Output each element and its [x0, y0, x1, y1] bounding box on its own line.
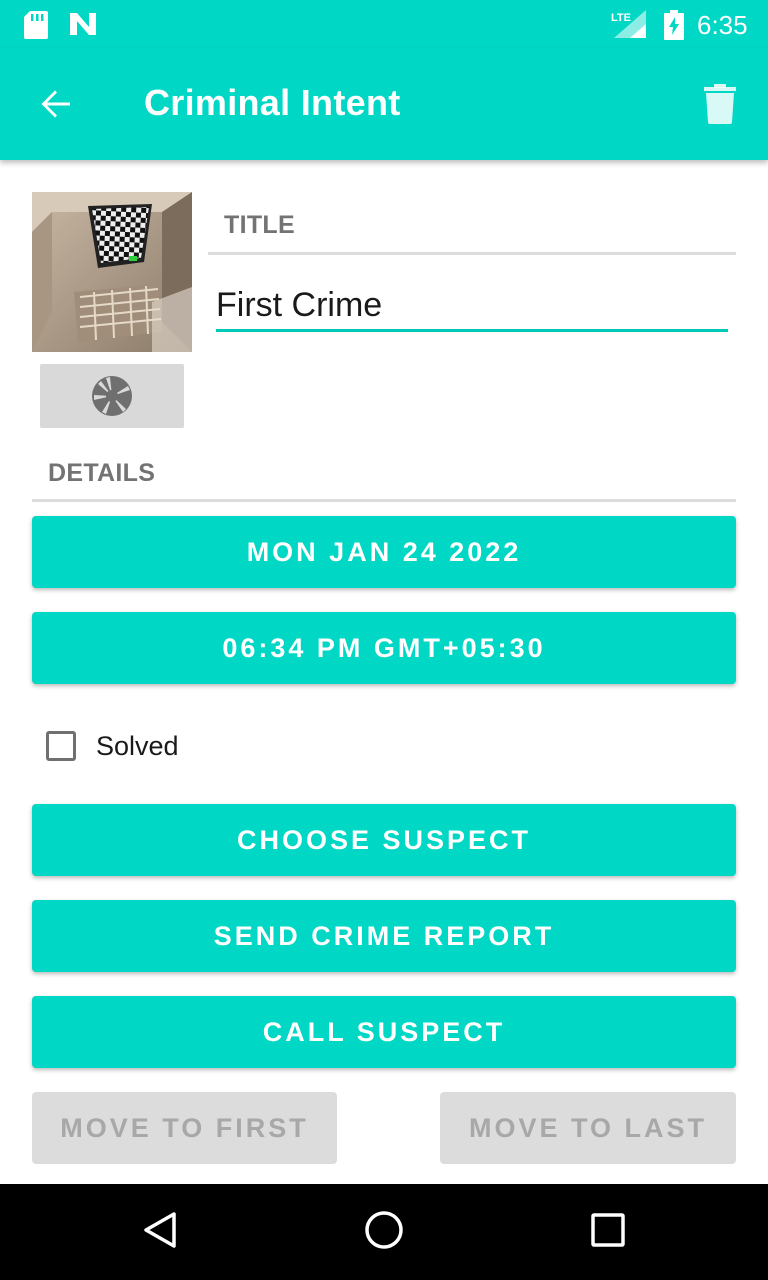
call-suspect-button[interactable]: CALL SUSPECT — [32, 996, 736, 1068]
title-input-underline — [216, 329, 728, 332]
crime-photo-image — [32, 192, 192, 352]
send-crime-report-button[interactable]: SEND CRIME REPORT — [32, 900, 736, 972]
svg-text:LTE: LTE — [611, 12, 631, 24]
battery-charging-icon — [664, 10, 684, 40]
status-bar: LTE 6:35 — [0, 0, 768, 48]
camera-shutter-icon — [92, 376, 132, 416]
details-label: DETAILS — [48, 459, 156, 487]
title-label: TITLE — [224, 211, 295, 239]
title-divider — [208, 252, 736, 255]
trash-icon[interactable] — [702, 84, 738, 124]
move-to-first-button[interactable]: MOVE TO FIRST — [32, 1092, 337, 1164]
sd-card-icon — [24, 11, 48, 39]
clock-time: 6:35 — [697, 10, 748, 40]
solved-row: Solved — [46, 726, 179, 766]
solved-checkbox[interactable] — [46, 731, 76, 761]
time-button[interactable]: 06:34 PM GMT+05:30 — [32, 612, 736, 684]
crime-photo — [32, 192, 192, 352]
camera-button[interactable] — [40, 364, 184, 428]
crime-title-input[interactable] — [216, 280, 728, 330]
n-logo-icon — [70, 13, 96, 35]
app-bar: Criminal Intent — [0, 48, 768, 160]
recents-square-icon[interactable] — [590, 1210, 626, 1250]
solved-label: Solved — [96, 730, 179, 761]
details-divider — [32, 499, 736, 502]
choose-suspect-button[interactable]: CHOOSE SUSPECT — [32, 804, 736, 876]
back-triangle-icon[interactable] — [142, 1210, 178, 1250]
lte-signal-icon: LTE — [611, 10, 646, 38]
home-circle-icon[interactable] — [364, 1210, 404, 1250]
arrow-left-icon[interactable] — [36, 84, 76, 124]
app-title: Criminal Intent — [144, 82, 401, 123]
system-nav-bar — [0, 1184, 768, 1280]
date-button[interactable]: MON JAN 24 2022 — [32, 516, 736, 588]
move-to-last-button[interactable]: MOVE TO LAST — [440, 1092, 736, 1164]
